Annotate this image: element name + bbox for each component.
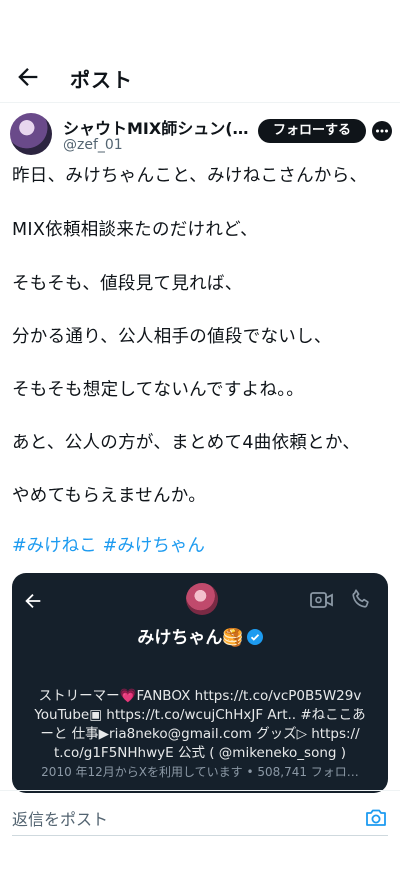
header-divider [0, 102, 400, 103]
profile-bio-line: ーと 仕事▶ria8neko@gmail.com グッズ▷ https:// [40, 726, 360, 742]
more-options-icon[interactable] [372, 121, 392, 141]
camera-icon[interactable] [364, 806, 388, 830]
hashtag-link[interactable]: #みけねこ [12, 536, 97, 556]
author-name[interactable]: シャウトMIX師シュン(… [63, 115, 249, 139]
profile-avatar [186, 583, 218, 615]
profile-bio-line: YouTube▣ https://t.co/wcujChHxJF Art.. #… [34, 707, 366, 723]
page-title: ポスト [70, 68, 133, 92]
author-avatar[interactable] [10, 113, 52, 155]
post-text-line: あと、公人の方が、まとめて4曲依頼とか、 [12, 433, 361, 453]
back-arrow-icon[interactable] [14, 63, 42, 91]
reply-divider [0, 790, 400, 791]
reply-input[interactable]: 返信をポスト [12, 806, 108, 830]
post-text-line: そもそも、値段見て見れば、 [12, 274, 243, 294]
back-arrow-icon [25, 593, 41, 609]
embedded-profile-image[interactable]: みけちゃん🥞 ストリーマー💗FANBOX https://t.co/vcP0B5… [12, 573, 388, 793]
post-text-line: MIX依頼相談来たのだけれど、 [12, 220, 258, 240]
post-text-line: やめてもらえませんか。 [12, 486, 207, 506]
post-text-line: そもそも想定してないんですよね。。 [12, 380, 305, 400]
reply-underline [12, 835, 388, 836]
profile-join-info: 2010 年12月からXを利用しています • 508,741 フォロ… [41, 765, 359, 779]
profile-bio-line: ストリーマー💗FANBOX https://t.co/vcP0B5W29v [38, 688, 362, 704]
hashtag-row: #みけねこ #みけちゃん [12, 532, 205, 557]
profile-name-text: みけちゃん🥞 [137, 628, 244, 648]
top-bar: ポスト [0, 52, 400, 102]
profile-bio-line: t.co/g1F5NHhwyE 公式 ( @mikeneko_song ) [53, 745, 347, 761]
follow-button[interactable]: フォローする [258, 119, 366, 143]
phone-icon [352, 589, 369, 608]
author-handle[interactable]: @zef_01 [63, 137, 123, 153]
video-call-icon [310, 592, 333, 608]
verified-badge-icon [246, 629, 263, 645]
post-text-line: 分かる通り、公人相手の値段でないし、 [12, 327, 332, 347]
post-screen: ポスト シャウトMIX師シュン(… @zef_01 フォローする 昨日、みけちゃ… [0, 0, 400, 888]
post-text-line: 昨日、みけちゃんこと、みけねこさんから、 [12, 166, 368, 186]
hashtag-link[interactable]: #みけちゃん [103, 536, 205, 556]
profile-name: みけちゃん🥞 [12, 623, 388, 648]
